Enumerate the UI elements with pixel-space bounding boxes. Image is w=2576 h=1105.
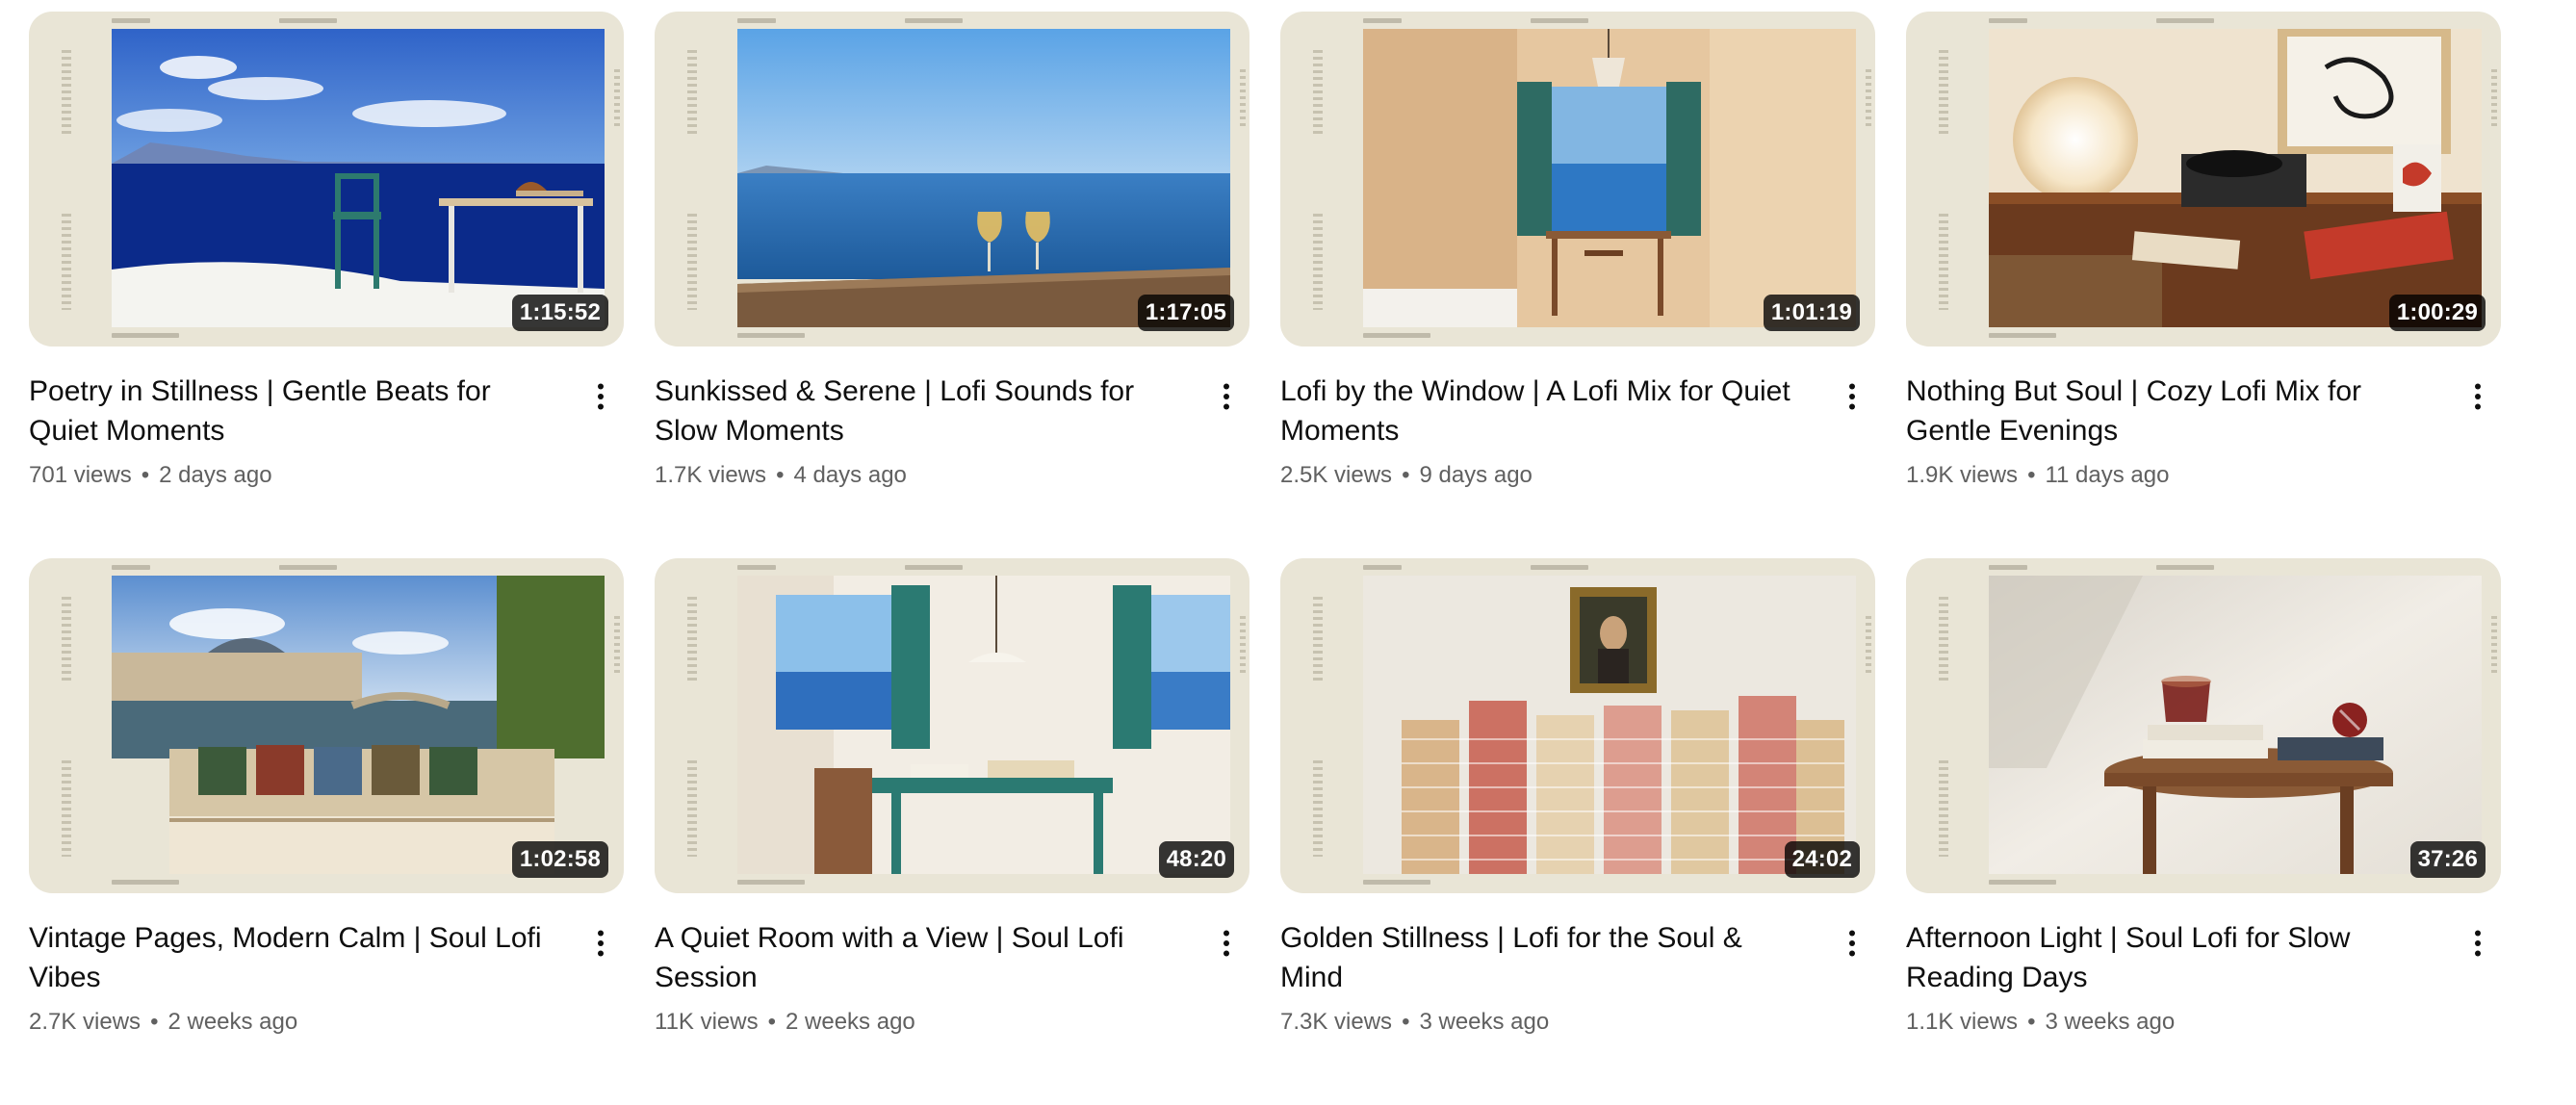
separator-dot: • — [1402, 1009, 1410, 1035]
video-thumbnail[interactable]: 24:02 — [1280, 558, 1875, 893]
view-count: 7.3K views — [1280, 1009, 1393, 1035]
video-title[interactable]: Sunkissed & Serene | Lofi Sounds for Slo… — [655, 372, 1182, 450]
separator-dot: • — [776, 462, 785, 488]
video-card: 48:20 A Quiet Room with a View | Soul Lo… — [655, 558, 1249, 1105]
separator-dot: • — [150, 1009, 159, 1035]
vertical-dots-icon — [2475, 930, 2481, 957]
video-card: 24:02 Golden Stillness | Lofi for the So… — [1280, 558, 1875, 1105]
video-card: 1:02:58 Vintage Pages, Modern Calm | Sou… — [29, 558, 624, 1105]
vertical-dots-icon — [2475, 383, 2481, 410]
more-actions-button[interactable] — [1203, 373, 1249, 420]
vertical-dots-icon — [598, 930, 604, 957]
video-details: Poetry in Stillness | Gentle Beats for Q… — [29, 372, 624, 491]
video-stats: 2.5K views • 9 days ago — [1280, 460, 1808, 491]
video-stats: 11K views • 2 weeks ago — [655, 1007, 1182, 1038]
upload-age: 9 days ago — [1419, 462, 1533, 488]
video-card: 37:26 Afternoon Light | Soul Lofi for Sl… — [1906, 558, 2501, 1105]
thumbnail-image — [112, 29, 605, 327]
more-actions-button[interactable] — [1203, 920, 1249, 966]
video-stats: 2.7K views • 2 weeks ago — [29, 1007, 556, 1038]
video-duration: 1:17:05 — [1137, 295, 1234, 331]
video-stats: 1.1K views • 3 weeks ago — [1906, 1007, 2434, 1038]
video-title[interactable]: A Quiet Room with a View | Soul Lofi Ses… — [655, 918, 1182, 997]
video-details: A Quiet Room with a View | Soul Lofi Ses… — [655, 918, 1249, 1038]
view-count: 1.7K views — [655, 462, 767, 488]
video-duration: 24:02 — [1784, 841, 1860, 878]
video-thumbnail[interactable]: 1:15:52 — [29, 12, 624, 347]
view-count: 1.9K views — [1906, 462, 2019, 488]
upload-age: 2 days ago — [159, 462, 272, 488]
video-card: 1:17:05 Sunkissed & Serene | Lofi Sounds… — [655, 12, 1249, 558]
video-grid: 1:15:52 Poetry in Stillness | Gentle Bea… — [29, 12, 2501, 1105]
upload-age: 11 days ago — [2045, 462, 2170, 488]
video-duration: 1:02:58 — [511, 841, 608, 878]
separator-dot: • — [767, 1009, 777, 1035]
vertical-dots-icon — [1224, 930, 1229, 957]
more-actions-button[interactable] — [2455, 920, 2501, 966]
video-details: Golden Stillness | Lofi for the Soul & M… — [1280, 918, 1875, 1038]
separator-dot: • — [141, 462, 150, 488]
video-duration: 48:20 — [1158, 841, 1234, 878]
video-card: 1:01:19 Lofi by the Window | A Lofi Mix … — [1280, 12, 1875, 558]
video-title[interactable]: Nothing But Soul | Cozy Lofi Mix for Gen… — [1906, 372, 2434, 450]
view-count: 1.1K views — [1906, 1009, 2019, 1035]
more-actions-button[interactable] — [578, 373, 624, 420]
video-duration: 37:26 — [2409, 841, 2486, 878]
video-stats: 1.9K views • 11 days ago — [1906, 460, 2434, 491]
more-actions-button[interactable] — [578, 920, 624, 966]
more-actions-button[interactable] — [1829, 373, 1875, 420]
separator-dot: • — [2027, 462, 2036, 488]
video-title[interactable]: Poetry in Stillness | Gentle Beats for Q… — [29, 372, 556, 450]
thumbnail-image — [737, 576, 1230, 874]
video-stats: 7.3K views • 3 weeks ago — [1280, 1007, 1808, 1038]
video-details: Nothing But Soul | Cozy Lofi Mix for Gen… — [1906, 372, 2501, 491]
view-count: 2.5K views — [1280, 462, 1393, 488]
video-details: Vintage Pages, Modern Calm | Soul Lofi V… — [29, 918, 624, 1038]
thumbnail-image — [1363, 29, 1856, 327]
thumbnail-image — [112, 576, 605, 874]
more-actions-button[interactable] — [1829, 920, 1875, 966]
vertical-dots-icon — [598, 383, 604, 410]
thumbnail-image — [1989, 576, 2482, 874]
vertical-dots-icon — [1849, 930, 1855, 957]
upload-age: 4 days ago — [793, 462, 907, 488]
video-thumbnail[interactable]: 48:20 — [655, 558, 1249, 893]
video-thumbnail[interactable]: 1:01:19 — [1280, 12, 1875, 347]
thumbnail-image — [1363, 576, 1856, 874]
video-duration: 1:01:19 — [1763, 295, 1860, 331]
upload-age: 2 weeks ago — [167, 1009, 298, 1035]
video-stats: 1.7K views • 4 days ago — [655, 460, 1182, 491]
upload-age: 3 weeks ago — [2045, 1009, 2176, 1035]
video-thumbnail[interactable]: 1:17:05 — [655, 12, 1249, 347]
more-actions-button[interactable] — [2455, 373, 2501, 420]
upload-age: 3 weeks ago — [1419, 1009, 1550, 1035]
view-count: 11K views — [655, 1009, 759, 1035]
video-thumbnail[interactable]: 1:02:58 — [29, 558, 624, 893]
thumbnail-image — [1989, 29, 2482, 327]
video-details: Afternoon Light | Soul Lofi for Slow Rea… — [1906, 918, 2501, 1038]
video-card: 1:00:29 Nothing But Soul | Cozy Lofi Mix… — [1906, 12, 2501, 558]
video-thumbnail[interactable]: 37:26 — [1906, 558, 2501, 893]
thumbnail-image — [737, 29, 1230, 327]
video-stats: 701 views • 2 days ago — [29, 460, 556, 491]
video-duration: 1:15:52 — [511, 295, 608, 331]
video-card: 1:15:52 Poetry in Stillness | Gentle Bea… — [29, 12, 624, 558]
view-count: 701 views — [29, 462, 132, 488]
vertical-dots-icon — [1849, 383, 1855, 410]
video-details: Lofi by the Window | A Lofi Mix for Quie… — [1280, 372, 1875, 491]
view-count: 2.7K views — [29, 1009, 142, 1035]
video-thumbnail[interactable]: 1:00:29 — [1906, 12, 2501, 347]
separator-dot: • — [2027, 1009, 2036, 1035]
video-title[interactable]: Lofi by the Window | A Lofi Mix for Quie… — [1280, 372, 1808, 450]
video-title[interactable]: Afternoon Light | Soul Lofi for Slow Rea… — [1906, 918, 2434, 997]
vertical-dots-icon — [1224, 383, 1229, 410]
separator-dot: • — [1402, 462, 1410, 488]
upload-age: 2 weeks ago — [786, 1009, 915, 1035]
video-title[interactable]: Golden Stillness | Lofi for the Soul & M… — [1280, 918, 1808, 997]
video-details: Sunkissed & Serene | Lofi Sounds for Slo… — [655, 372, 1249, 491]
video-duration: 1:00:29 — [2388, 295, 2486, 331]
video-title[interactable]: Vintage Pages, Modern Calm | Soul Lofi V… — [29, 918, 556, 997]
